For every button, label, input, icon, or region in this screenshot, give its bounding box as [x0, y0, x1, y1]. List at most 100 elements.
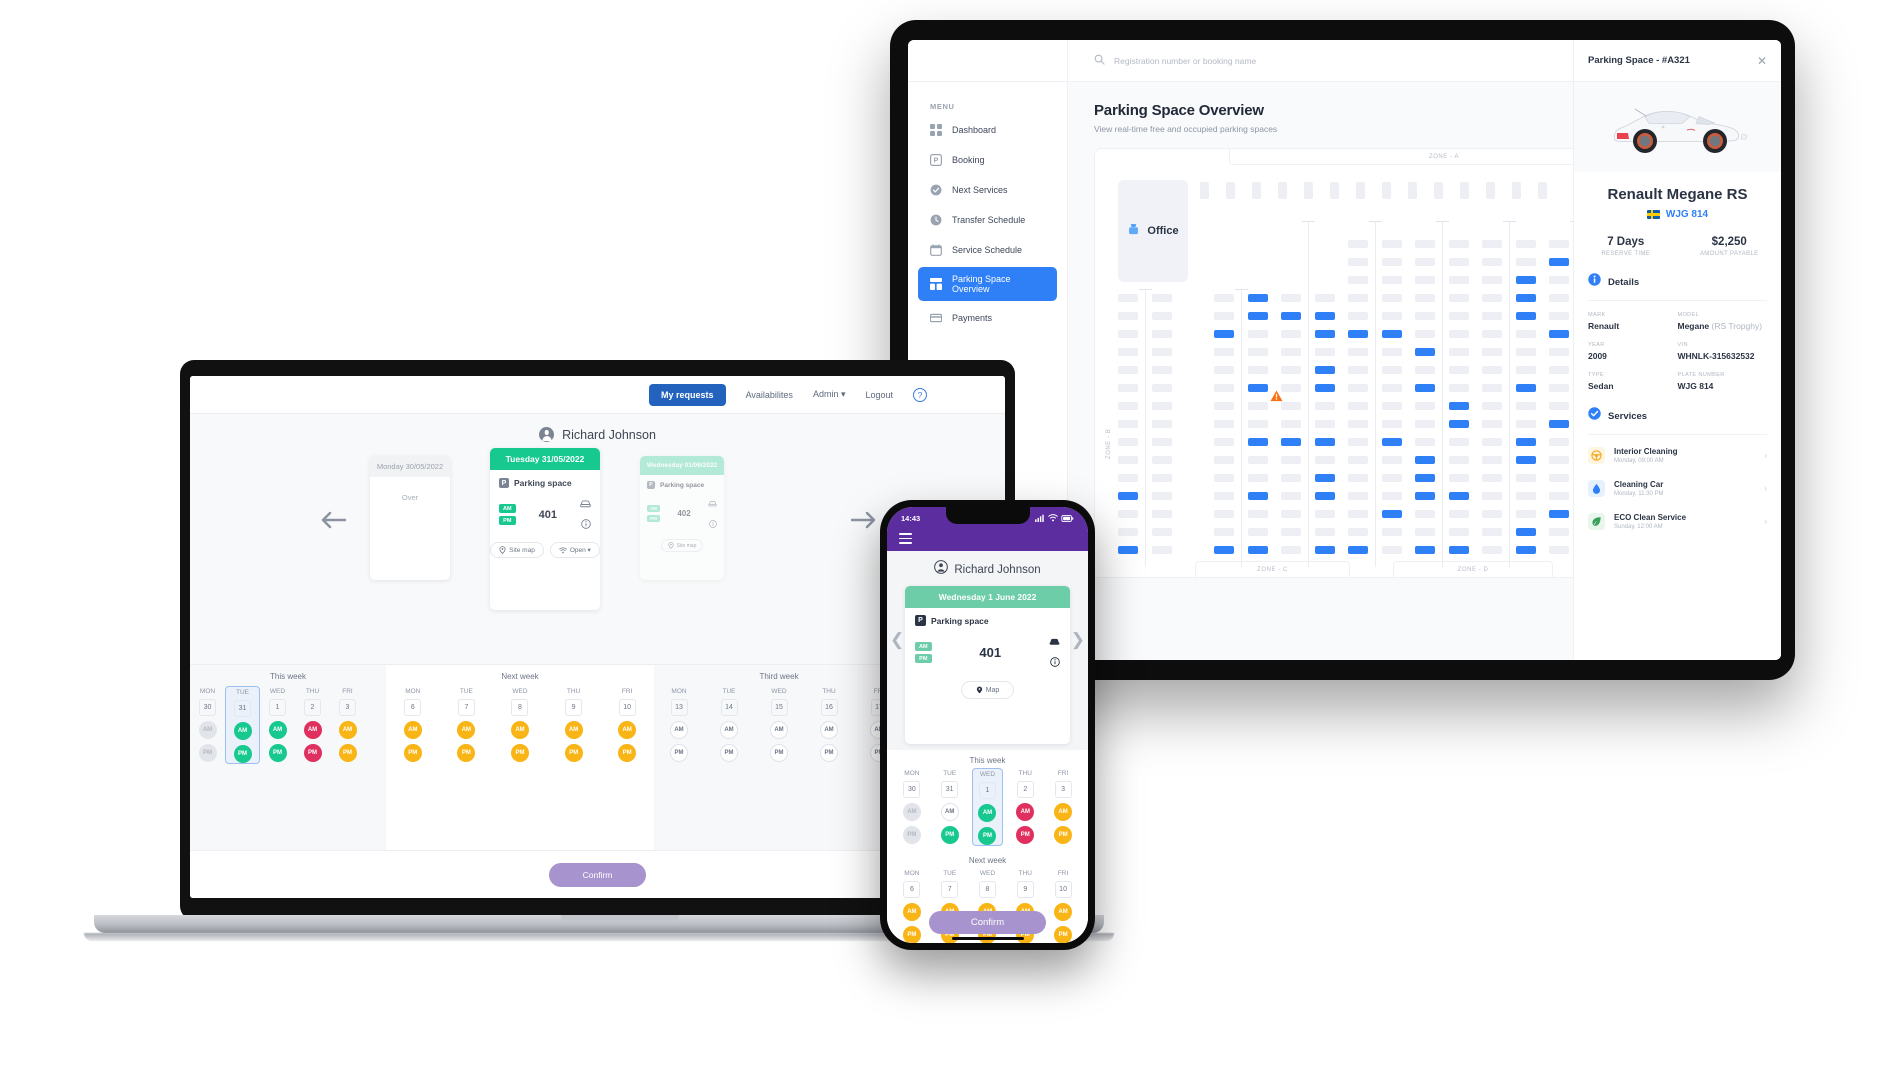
parking-slot-free[interactable] — [1348, 402, 1368, 410]
parking-slot-free[interactable] — [1482, 438, 1502, 446]
parking-slot[interactable] — [1356, 182, 1365, 199]
pm-slot[interactable]: PM — [233, 745, 252, 763]
parking-slot-occupied[interactable] — [1516, 276, 1536, 284]
parking-slot-free[interactable] — [1482, 294, 1502, 302]
day-number[interactable]: 31 — [234, 700, 251, 717]
day-number[interactable]: 14 — [720, 699, 738, 716]
parking-slot-free[interactable] — [1118, 312, 1138, 320]
am-slot[interactable]: AM — [338, 721, 357, 739]
pm-slot[interactable]: PM — [978, 827, 997, 845]
parking-slot-free[interactable] — [1152, 420, 1172, 428]
parking-slot-occupied[interactable] — [1214, 330, 1234, 338]
parking-slot-free[interactable] — [1315, 420, 1335, 428]
parking-slot-free[interactable] — [1118, 294, 1138, 302]
parking-slot-free[interactable] — [1516, 420, 1536, 428]
parking-slot-free[interactable] — [1152, 546, 1172, 554]
day-number[interactable]: 15 — [770, 699, 788, 716]
parking-slot-free[interactable] — [1248, 420, 1268, 428]
parking-slot-free[interactable] — [1482, 276, 1502, 284]
day-number[interactable]: 10 — [618, 699, 636, 716]
parking-slot-occupied[interactable] — [1281, 312, 1301, 320]
parking-slot-free[interactable] — [1214, 294, 1234, 302]
parking-slot-free[interactable] — [1214, 366, 1234, 374]
parking-slot-free[interactable] — [1415, 528, 1435, 536]
parking-slot-free[interactable] — [1549, 456, 1569, 464]
sidebar-item-next-services[interactable]: Next Services — [918, 177, 1057, 203]
pm-slot[interactable]: PM — [1016, 826, 1035, 844]
parking-slot-free[interactable] — [1118, 402, 1138, 410]
day-column-mon[interactable]: MON 13 AM PM — [662, 686, 697, 762]
service-row-eco-clean-service[interactable]: ECO Clean Service Sunday, 12:00 AM › — [1574, 505, 1781, 538]
day-column-mon[interactable]: MON 6 AM PM — [395, 686, 430, 762]
day-number[interactable]: 2 — [304, 699, 321, 716]
day-number[interactable]: 3 — [1054, 781, 1072, 798]
parking-slot-free[interactable] — [1482, 492, 1502, 500]
prev-arrow-icon[interactable] — [320, 510, 347, 530]
tab-admin[interactable]: Admin ▾ — [813, 389, 846, 400]
warning-triangle-icon[interactable] — [1270, 389, 1283, 402]
parking-slot-free[interactable] — [1382, 258, 1402, 266]
parking-slot-occupied[interactable] — [1549, 330, 1569, 338]
parking-slot-occupied[interactable] — [1549, 420, 1569, 428]
tab-availabilites[interactable]: Availabilites — [746, 390, 793, 400]
day-card-monday[interactable]: Monday 30/05/2022 Over — [370, 456, 450, 580]
pm-slot[interactable]: PM — [564, 744, 583, 762]
am-slot[interactable]: AM — [233, 722, 252, 740]
parking-slot[interactable] — [1226, 182, 1235, 199]
parking-slot-occupied[interactable] — [1516, 294, 1536, 302]
day-column-wed[interactable]: WED 15 AM PM — [762, 686, 797, 762]
parking-slot-free[interactable] — [1281, 510, 1301, 518]
parking-slot[interactable] — [1486, 182, 1495, 199]
parking-slot-free[interactable] — [1281, 474, 1301, 482]
parking-slot-free[interactable] — [1549, 402, 1569, 410]
parking-slot-free[interactable] — [1152, 510, 1172, 518]
parking-slot-occupied[interactable] — [1348, 330, 1368, 338]
am-slot[interactable]: AM — [670, 721, 688, 739]
parking-slot[interactable] — [1512, 182, 1521, 199]
parking-slot-free[interactable] — [1382, 312, 1402, 320]
am-slot[interactable]: AM — [564, 721, 583, 739]
day-number[interactable]: 1 — [269, 699, 286, 716]
parking-slot-free[interactable] — [1382, 384, 1402, 392]
parking-slot-free[interactable] — [1348, 294, 1368, 302]
day-number[interactable]: 9 — [1016, 881, 1034, 898]
parking-slot-free[interactable] — [1449, 348, 1469, 356]
parking-slot-free[interactable] — [1214, 528, 1234, 536]
parking-slot-free[interactable] — [1549, 546, 1569, 554]
site-map-button[interactable]: Site map — [490, 542, 544, 558]
parking-slot[interactable] — [1304, 182, 1313, 199]
parking-slot[interactable] — [1252, 182, 1261, 199]
parking-slot-free[interactable] — [1348, 456, 1368, 464]
parking-slot-free[interactable] — [1482, 240, 1502, 248]
parking-slot-free[interactable] — [1281, 366, 1301, 374]
parking-slot-free[interactable] — [1516, 492, 1536, 500]
parking-slot-occupied[interactable] — [1382, 438, 1402, 446]
chevron-right-icon[interactable]: › — [1764, 451, 1767, 460]
parking-slot-free[interactable] — [1415, 258, 1435, 266]
parking-slot-free[interactable] — [1248, 330, 1268, 338]
parking-slot-free[interactable] — [1449, 528, 1469, 536]
parking-slot-free[interactable] — [1248, 528, 1268, 536]
day-number[interactable]: 30 — [903, 781, 921, 798]
day-number[interactable]: 3 — [339, 699, 356, 716]
parking-slot-occupied[interactable] — [1315, 546, 1335, 554]
parking-slot-free[interactable] — [1482, 546, 1502, 554]
parking-slot-free[interactable] — [1549, 312, 1569, 320]
day-number[interactable]: 30 — [199, 699, 216, 716]
parking-slot-occupied[interactable] — [1449, 402, 1469, 410]
pm-slot[interactable]: PM — [902, 826, 921, 844]
parking-slot-free[interactable] — [1118, 510, 1138, 518]
am-slot[interactable]: AM — [720, 721, 738, 739]
parking-slot-free[interactable] — [1118, 528, 1138, 536]
am-slot[interactable]: AM — [618, 721, 637, 739]
parking-slot-occupied[interactable] — [1248, 384, 1268, 392]
parking-slot-free[interactable] — [1482, 456, 1502, 464]
parking-slot-free[interactable] — [1549, 492, 1569, 500]
day-column-tue[interactable]: TUE 31 AM PM — [934, 768, 965, 846]
parking-slot-free[interactable] — [1348, 492, 1368, 500]
chevron-right-icon[interactable]: › — [1764, 484, 1767, 493]
parking-slot-occupied[interactable] — [1315, 366, 1335, 374]
day-column-mon[interactable]: MON 30 AM PM — [896, 768, 927, 846]
parking-slot-free[interactable] — [1248, 402, 1268, 410]
parking-slot-occupied[interactable] — [1516, 546, 1536, 554]
